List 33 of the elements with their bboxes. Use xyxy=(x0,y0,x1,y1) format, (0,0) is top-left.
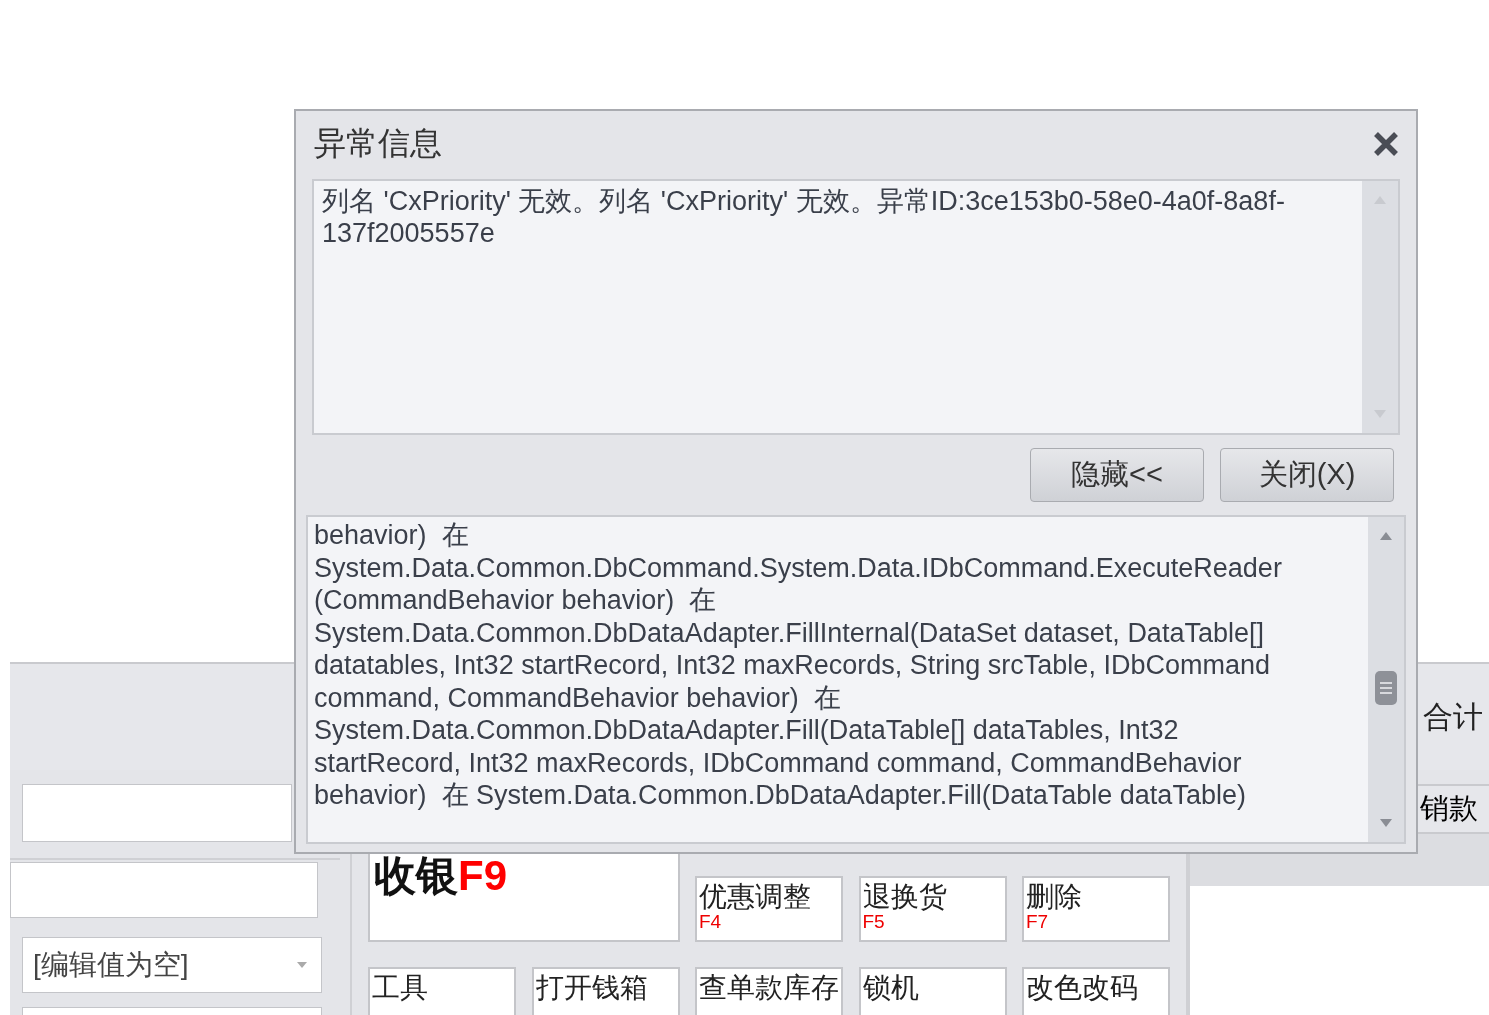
close-icon[interactable] xyxy=(1372,130,1400,158)
dialog-button[interactable]: 隐藏<< xyxy=(1030,448,1204,502)
error-message: 列名 'CxPriority' 无效。列名 'CxPriority' 无效。异常ID:3ce153b0-58e0-4a0f-8a8f-137f2005557e xyxy=(321,185,1286,250)
input-field[interactable] xyxy=(22,784,292,842)
stack-trace-line: System.Data.Common.DbDataAdapter.FillInternal(DataSet dataset, DataTable[] xyxy=(314,616,1265,649)
dialog-button[interactable]: 关闭(X) xyxy=(1220,448,1394,502)
scroll-down-icon[interactable] xyxy=(1379,818,1393,828)
scrollbar[interactable] xyxy=(1368,517,1404,842)
stack-trace-line: behavior) 在 System.Data.Common.DbDataAdapter.Fill(DataTable dataTable) xyxy=(314,779,1247,812)
function-key-button[interactable]: 退换货 F5 xyxy=(858,876,1007,942)
stack-trace-line: startRecord, Int32 maxRecords, IDbCommand command, CommandBehavior xyxy=(314,746,1243,779)
summary-label: 合计 xyxy=(1423,698,1483,735)
stack-trace-line: System.Data.Common.DbCommand.System.Data.IDbCommand.ExecuteReader xyxy=(314,551,1283,584)
function-key-button[interactable]: 打开钱箱 xyxy=(531,967,680,1015)
caret-icon xyxy=(296,961,308,969)
function-key-button[interactable]: 删除 F7 xyxy=(1022,876,1170,942)
stack-trace-line: (CommandBehavior behavior) 在 xyxy=(314,584,718,617)
stack-trace-line: behavior) 在 xyxy=(314,519,470,552)
function-key-button[interactable]: 查单款库存 xyxy=(695,967,843,1015)
function-key-button[interactable]: 改色改码 xyxy=(1022,967,1170,1015)
dialog-title: 异常信息 xyxy=(314,124,442,163)
input-field[interactable] xyxy=(10,862,318,918)
scrollbar[interactable] xyxy=(1362,181,1398,433)
scrollbar-thumb[interactable] xyxy=(1375,671,1397,705)
stack-trace-line: datatables, Int32 startRecord, Int32 maxRecords, String srcTable, IDbCommand xyxy=(314,649,1271,682)
stack-trace-line: System.Data.Common.DbDataAdapter.Fill(DataTable[] dataTables, Int32 xyxy=(314,714,1180,747)
function-key-button[interactable]: 锁机 xyxy=(858,967,1007,1015)
function-key-button[interactable]: 工具 xyxy=(368,967,516,1015)
scroll-up-icon[interactable] xyxy=(1379,531,1393,541)
column-header: 销款 xyxy=(1420,791,1478,826)
dropdown-field[interactable]: [编辑值为空] xyxy=(22,937,322,993)
function-key-button[interactable]: 优惠调整 F4 xyxy=(695,876,843,942)
stack-trace-line: command, CommandBehavior behavior) 在 xyxy=(314,681,842,714)
